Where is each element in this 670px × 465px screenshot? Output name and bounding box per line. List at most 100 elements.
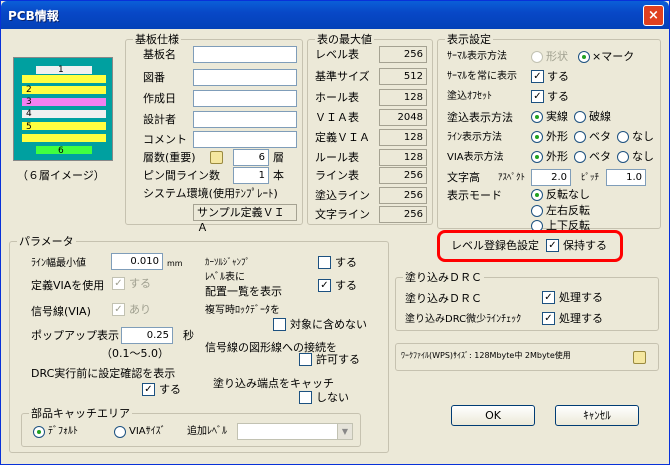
catch-via-size-radio[interactable] <box>114 426 126 438</box>
level-list-checkbox[interactable]: ✓ <box>318 279 331 292</box>
table-max-title: 表の最大値 <box>315 33 374 46</box>
work-file-size: ﾜｰｸﾌｧｲﾙ(WPS)ｻｲｽﾞ: 128Mbyte中 2Mbyte使用 <box>401 351 571 360</box>
thermal-xmark-radio[interactable] <box>578 51 590 63</box>
popup-label: ポップアップ表示 <box>31 329 119 342</box>
mode-hflip-radio[interactable] <box>531 205 543 217</box>
board-layer-image: 1 2 3 4 5 6 <box>13 57 113 161</box>
text-aspect-field[interactable]: 2.0 <box>531 169 571 186</box>
layer-count-button[interactable] <box>210 151 223 164</box>
line-none-radio[interactable] <box>617 131 629 143</box>
via-outline-radio[interactable] <box>531 151 543 163</box>
popup-field[interactable]: 0.25 <box>121 327 173 344</box>
pcb-info-dialog: PCB情報 × 1 2 3 4 5 6 （６層イメージ） 基板仕様 基板名 図番… <box>0 0 670 465</box>
via-outline-label: 外形 <box>546 150 568 163</box>
chevron-down-icon: ▼ <box>337 424 352 439</box>
drc-confirm-cb-label: する <box>159 383 181 396</box>
level-table-value: 256 <box>379 46 427 63</box>
line-solid-radio[interactable] <box>574 131 586 143</box>
mode-normal-label: 反転なし <box>546 188 590 201</box>
layer-count-label: 層数(重要) <box>143 151 196 164</box>
copy-lock-cb-label: 対象に含めない <box>290 318 367 331</box>
def-via-use-label: 定義VIAを使用 <box>31 279 105 292</box>
board-name-field[interactable] <box>193 46 297 63</box>
min-width-field[interactable]: 0.010 <box>111 253 163 270</box>
layer-5-band <box>22 134 106 142</box>
layer-1-band <box>22 75 106 83</box>
catch-add-level-select[interactable]: ▼ <box>237 423 353 440</box>
line-outline-radio[interactable] <box>531 131 543 143</box>
layer-6 <box>36 146 92 154</box>
def-via-value: 128 <box>379 129 427 146</box>
text-pitch-field[interactable]: 1.0 <box>606 169 646 186</box>
fill-method-label: 塗込表示方法 <box>447 111 513 124</box>
catch-area-title: 部品キャッチエリア <box>29 407 132 420</box>
board-spec-title: 基板仕様 <box>133 33 181 46</box>
board-name-label: 基板名 <box>143 48 176 61</box>
def-via-use-checkbox[interactable]: ✓ <box>112 277 125 290</box>
layer-1 <box>36 66 92 74</box>
fill-solid-label: 実線 <box>546 110 568 123</box>
cancel-button[interactable]: ｷｬﾝｾﾙ <box>555 405 639 426</box>
drc-confirm-label: DRC実行前に設定確認を表示 <box>31 367 176 380</box>
popup-unit: 秒 <box>183 329 194 342</box>
fill-solid-radio[interactable] <box>531 111 543 123</box>
created-date-label: 作成日 <box>143 92 176 105</box>
line-solid-label: ベタ <box>589 130 611 143</box>
fill-drc-checkbox[interactable]: ✓ <box>542 291 555 304</box>
layer-num-4: 4 <box>26 109 32 119</box>
base-size-value: 512 <box>379 68 427 85</box>
via-solid-radio[interactable] <box>574 151 586 163</box>
layer-num-6: 6 <box>58 146 64 156</box>
copy-lock-checkbox[interactable] <box>273 318 286 331</box>
fill-catch-label: 塗り込み端点をキャッチ <box>213 377 334 390</box>
mode-normal-radio[interactable] <box>531 189 543 201</box>
fill-catch-checkbox[interactable] <box>299 391 312 404</box>
close-button[interactable]: × <box>643 5 664 26</box>
via-none-radio[interactable] <box>617 151 629 163</box>
drc-confirm-checkbox[interactable]: ✓ <box>142 383 155 396</box>
designer-field[interactable] <box>193 111 297 128</box>
layer-5 <box>22 122 106 130</box>
thermal-always-checkbox[interactable]: ✓ <box>531 70 544 83</box>
layer-count-field[interactable]: 6 <box>233 149 269 166</box>
drawing-number-field[interactable] <box>193 69 297 86</box>
layer-num-1: 1 <box>58 65 64 75</box>
catch-default-radio[interactable] <box>33 426 45 438</box>
signal-shape-checkbox[interactable] <box>299 353 312 366</box>
fill-drc-small-cb-label: 処理する <box>559 312 603 325</box>
display-mode-label: 表示モード <box>447 189 502 202</box>
thermal-always-cb-label: する <box>547 70 569 83</box>
level-list-label-1: ﾚﾍﾞﾙ表に <box>205 272 245 283</box>
designer-label: 設計者 <box>143 113 176 126</box>
thermal-always-label: ｻｰﾏﾙを常に表示 <box>447 71 517 82</box>
thermal-shape-radio[interactable] <box>531 51 543 63</box>
layer-4 <box>22 110 106 118</box>
fill-catch-cb-label: しない <box>316 391 349 404</box>
drawing-number-label: 図番 <box>143 71 165 84</box>
fill-offset-checkbox[interactable]: ✓ <box>531 90 544 103</box>
fill-line-value: 256 <box>379 187 427 204</box>
cursor-jump-checkbox[interactable] <box>318 256 331 269</box>
level-color-checkbox[interactable]: ✓ <box>546 239 559 252</box>
base-size-label: 基準サイズ <box>315 70 370 83</box>
signal-via-checkbox[interactable]: ✓ <box>112 303 125 316</box>
ok-button[interactable]: OK <box>451 405 535 426</box>
fill-drc-label: 塗り込みＤＲＣ <box>405 292 482 305</box>
fill-drc-small-checkbox[interactable]: ✓ <box>542 312 555 325</box>
fill-dashed-radio[interactable] <box>574 111 586 123</box>
board-image-caption: （６層イメージ） <box>17 169 105 182</box>
via-method-label: VIA表示方法 <box>447 152 504 163</box>
created-date-field[interactable] <box>193 90 297 107</box>
comment-field[interactable] <box>193 131 297 148</box>
catch-default-label: ﾃﾞﾌｫﾙﾄ <box>48 426 78 437</box>
level-table-label: レベル表 <box>315 48 359 61</box>
title-bar[interactable]: PCB情報 × <box>1 1 669 29</box>
cursor-jump-label: ｶｰｿﾙｼﾞｬﾝﾌﾟ <box>205 258 251 268</box>
text-line-value: 256 <box>379 206 427 223</box>
fill-line-label: 塗込ライン <box>315 189 370 202</box>
pin-lines-field[interactable]: 1 <box>233 167 269 184</box>
rule-table-value: 128 <box>379 149 427 166</box>
popup-range: （0.1～5.0） <box>101 347 169 360</box>
work-file-button[interactable] <box>633 351 646 364</box>
system-env-field: サンプル定義ＶＩＡ <box>193 204 297 234</box>
